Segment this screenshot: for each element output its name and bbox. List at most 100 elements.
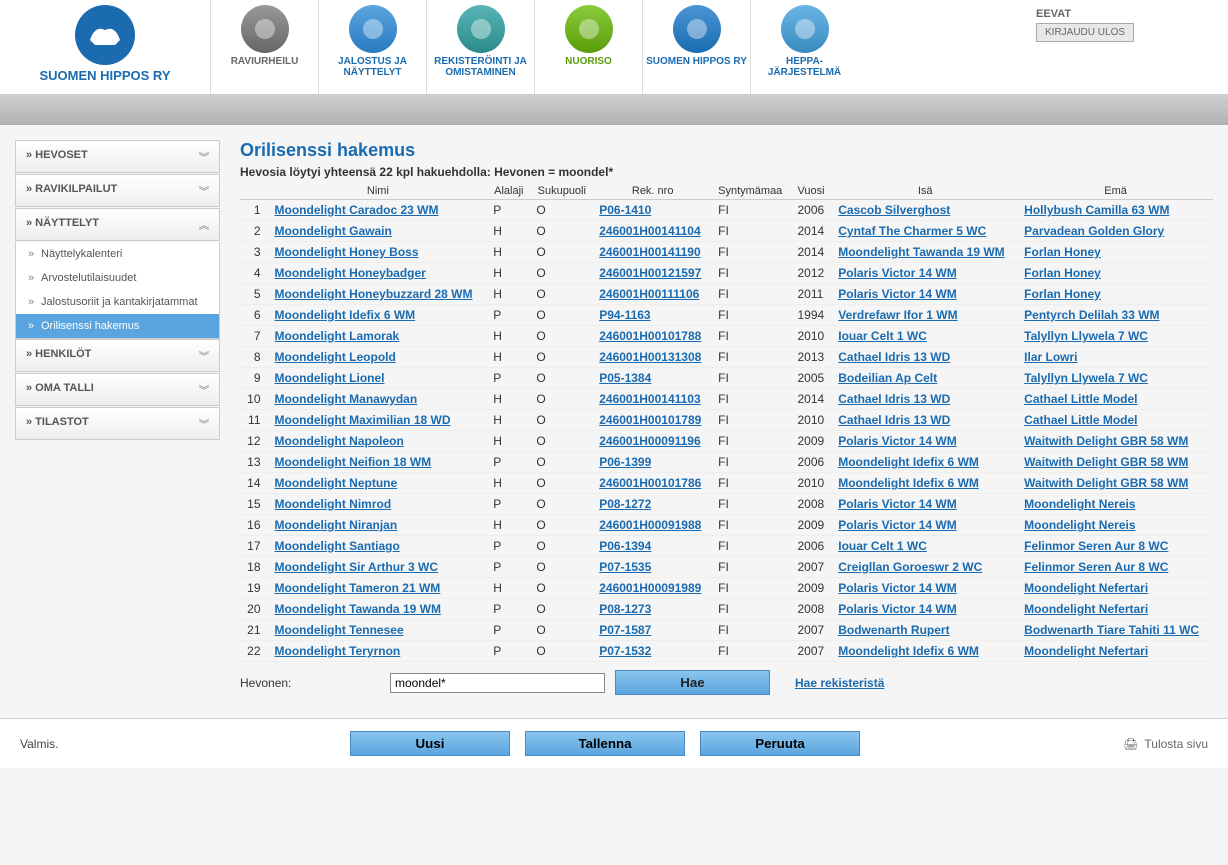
col-8[interactable]: Emä xyxy=(1018,183,1213,200)
dam-link[interactable]: Moondelight Nefertari xyxy=(1024,581,1148,595)
reg-link[interactable]: P08-1273 xyxy=(599,602,651,616)
menu-item-3[interactable]: » HENKILÖT︾ xyxy=(15,339,220,372)
horse-link[interactable]: Moondelight Maximilian 18 WD xyxy=(275,413,451,427)
print-link[interactable]: 🖨 Tulosta sivu xyxy=(1123,737,1208,751)
dam-link[interactable]: Moondelight Nefertari xyxy=(1024,644,1148,658)
reg-link[interactable]: 246001H00101788 xyxy=(599,329,701,343)
reg-link[interactable]: P08-1272 xyxy=(599,497,651,511)
menu-item-0[interactable]: » HEVOSET︾ xyxy=(15,140,220,173)
sire-link[interactable]: Moondelight Idefix 6 WM xyxy=(838,476,979,490)
dam-link[interactable]: Moondelight Nereis xyxy=(1024,518,1135,532)
dam-link[interactable]: Forlan Honey xyxy=(1024,245,1101,259)
submenu-item-1[interactable]: Arvostelutilaisuudet xyxy=(16,266,219,290)
horse-link[interactable]: Moondelight Manawydan xyxy=(275,392,418,406)
sire-link[interactable]: Polaris Victor 14 WM xyxy=(838,434,956,448)
submenu-item-2[interactable]: Jalostusoriit ja kantakirjatammat xyxy=(16,290,219,314)
sire-link[interactable]: Iouar Celt 1 WC xyxy=(838,329,927,343)
reg-link[interactable]: 246001H00091989 xyxy=(599,581,701,595)
reg-link[interactable]: 246001H00141103 xyxy=(599,392,700,406)
dam-link[interactable]: Felinmor Seren Aur 8 WC xyxy=(1024,560,1168,574)
menu-item-1[interactable]: » RAVIKILPAILUT︾ xyxy=(15,174,220,207)
menu-item-2[interactable]: » NÄYTTELYT︽ xyxy=(15,208,220,241)
dam-link[interactable]: Waitwith Delight GBR 58 WM xyxy=(1024,455,1188,469)
sire-link[interactable]: Creigllan Goroeswr 2 WC xyxy=(838,560,982,574)
dam-link[interactable]: Talyllyn Llywela 7 WC xyxy=(1024,371,1148,385)
horse-link[interactable]: Moondelight Idefix 6 WM xyxy=(275,308,416,322)
dam-link[interactable]: Moondelight Nefertari xyxy=(1024,602,1148,616)
footer-btn-uusi[interactable]: Uusi xyxy=(350,731,510,756)
col-3[interactable]: Sukupuoli xyxy=(530,183,593,200)
sire-link[interactable]: Moondelight Tawanda 19 WM xyxy=(838,245,1004,259)
reg-link[interactable]: P06-1394 xyxy=(599,539,651,553)
horse-link[interactable]: Moondelight Tennesee xyxy=(275,623,404,637)
col-0[interactable] xyxy=(240,183,269,200)
horse-link[interactable]: Moondelight Gawain xyxy=(275,224,392,238)
dam-link[interactable]: Cathael Little Model xyxy=(1024,392,1137,406)
dam-link[interactable]: Waitwith Delight GBR 58 WM xyxy=(1024,476,1188,490)
horse-link[interactable]: Moondelight Caradoc 23 WM xyxy=(275,203,439,217)
sire-link[interactable]: Polaris Victor 14 WM xyxy=(838,581,956,595)
nav-item-1[interactable]: JALOSTUS JA NÄYTTELYT xyxy=(318,0,426,94)
reg-link[interactable]: 246001H00101789 xyxy=(599,413,701,427)
sire-link[interactable]: Moondelight Idefix 6 WM xyxy=(838,455,979,469)
reg-link[interactable]: P07-1535 xyxy=(599,560,651,574)
horse-link[interactable]: Moondelight Neptune xyxy=(275,476,398,490)
sire-link[interactable]: Bodwenarth Rupert xyxy=(838,623,949,637)
reg-link[interactable]: P06-1410 xyxy=(599,203,651,217)
sire-link[interactable]: Polaris Victor 14 WM xyxy=(838,497,956,511)
reg-link[interactable]: P07-1532 xyxy=(599,644,651,658)
col-7[interactable]: Isä xyxy=(832,183,1018,200)
horse-link[interactable]: Moondelight Lamorak xyxy=(275,329,400,343)
sire-link[interactable]: Cathael Idris 13 WD xyxy=(838,413,950,427)
col-4[interactable]: Rek. nro xyxy=(593,183,712,200)
col-2[interactable]: Alalaji xyxy=(487,183,530,200)
sire-link[interactable]: Cathael Idris 13 WD xyxy=(838,350,950,364)
reg-link[interactable]: 246001H00101786 xyxy=(599,476,701,490)
reg-link[interactable]: 246001H00121597 xyxy=(599,266,701,280)
reg-link[interactable]: P06-1399 xyxy=(599,455,651,469)
dam-link[interactable]: Bodwenarth Tiare Tahiti 11 WC xyxy=(1024,623,1199,637)
sire-link[interactable]: Polaris Victor 14 WM xyxy=(838,266,956,280)
col-5[interactable]: Syntymämaa xyxy=(712,183,791,200)
sire-link[interactable]: Moondelight Idefix 6 WM xyxy=(838,644,979,658)
menu-item-4[interactable]: » OMA TALLI︾ xyxy=(15,373,220,406)
sire-link[interactable]: Bodeilian Ap Celt xyxy=(838,371,937,385)
dam-link[interactable]: Moondelight Nereis xyxy=(1024,497,1135,511)
horse-link[interactable]: Moondelight Santiago xyxy=(275,539,400,553)
nav-item-4[interactable]: SUOMEN HIPPOS RY xyxy=(642,0,750,94)
horse-link[interactable]: Moondelight Lionel xyxy=(275,371,385,385)
nav-item-5[interactable]: HEPPA-JÄRJESTELMÄ xyxy=(750,0,858,94)
footer-btn-peruuta[interactable]: Peruuta xyxy=(700,731,860,756)
horse-link[interactable]: Moondelight Tameron 21 WM xyxy=(275,581,441,595)
nav-item-0[interactable]: RAVIURHEILU xyxy=(210,0,318,94)
sire-link[interactable]: Cascob Silverghost xyxy=(838,203,950,217)
dam-link[interactable]: Forlan Honey xyxy=(1024,287,1101,301)
nav-item-3[interactable]: NUORISO xyxy=(534,0,642,94)
sire-link[interactable]: Cathael Idris 13 WD xyxy=(838,392,950,406)
reg-link[interactable]: P05-1384 xyxy=(599,371,651,385)
dam-link[interactable]: Parvadean Golden Glory xyxy=(1024,224,1164,238)
horse-link[interactable]: Moondelight Niranjan xyxy=(275,518,398,532)
reg-link[interactable]: 246001H00141104 xyxy=(599,224,700,238)
dam-link[interactable]: Forlan Honey xyxy=(1024,266,1101,280)
col-6[interactable]: Vuosi xyxy=(792,183,833,200)
sire-link[interactable]: Polaris Victor 14 WM xyxy=(838,602,956,616)
horse-link[interactable]: Moondelight Napoleon xyxy=(275,434,404,448)
dam-link[interactable]: Cathael Little Model xyxy=(1024,413,1137,427)
sire-link[interactable]: Iouar Celt 1 WC xyxy=(838,539,927,553)
horse-link[interactable]: Moondelight Honeybuzzard 28 WM xyxy=(275,287,473,301)
search-button[interactable]: Hae xyxy=(615,670,770,695)
horse-link[interactable]: Moondelight Sir Arthur 3 WC xyxy=(275,560,439,574)
sire-link[interactable]: Verdrefawr Ifor 1 WM xyxy=(838,308,957,322)
reg-link[interactable]: P07-1587 xyxy=(599,623,651,637)
reg-link[interactable]: 246001H00141190 xyxy=(599,245,700,259)
dam-link[interactable]: Ilar Lowri xyxy=(1024,350,1077,364)
horse-link[interactable]: Moondelight Tawanda 19 WM xyxy=(275,602,441,616)
horse-link[interactable]: Moondelight Nimrod xyxy=(275,497,392,511)
dam-link[interactable]: Felinmor Seren Aur 8 WC xyxy=(1024,539,1168,553)
dam-link[interactable]: Pentyrch Delilah 33 WM xyxy=(1024,308,1159,322)
horse-link[interactable]: Moondelight Teryrnon xyxy=(275,644,401,658)
horse-link[interactable]: Moondelight Neifion 18 WM xyxy=(275,455,432,469)
col-1[interactable]: Nimi xyxy=(269,183,488,200)
submenu-item-0[interactable]: Näyttelykalenteri xyxy=(16,242,219,266)
